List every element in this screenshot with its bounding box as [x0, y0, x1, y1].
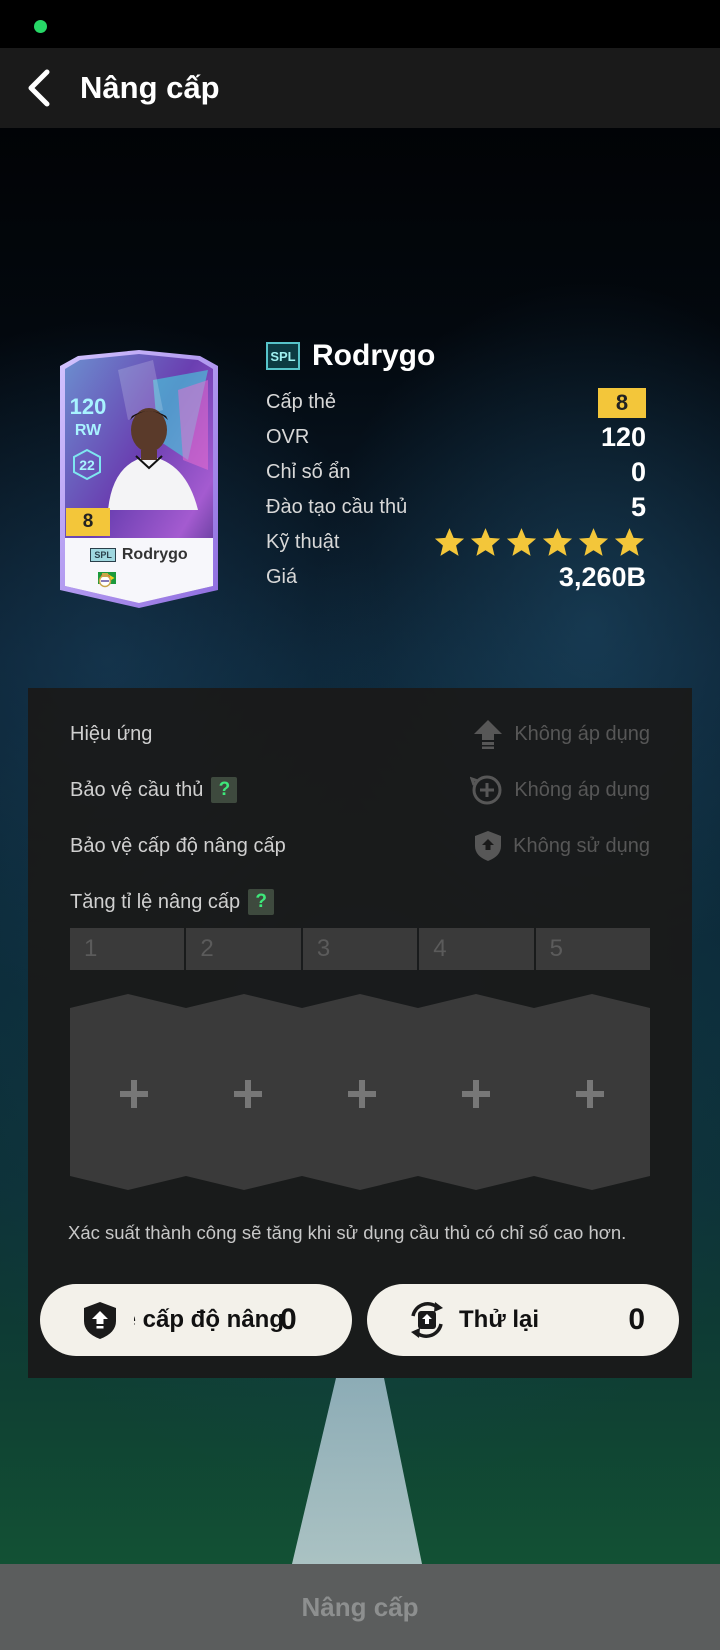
add-material-icon[interactable] [114, 1074, 154, 1114]
price-value: 3,260B [558, 562, 646, 592]
protect-level-row: Bảo vệ cấp độ nâng cấp Không sử dụng [70, 826, 650, 866]
boost-row: Tăng tỉ lệ nâng cấp ? [70, 882, 650, 922]
card-number: 22 [79, 457, 95, 473]
stat-label: Chỉ số ẩn [266, 461, 351, 483]
protect-level-status[interactable]: Không sử dụng [473, 829, 650, 863]
stat-label: Giá [266, 566, 298, 588]
star-icon [542, 528, 573, 556]
player-title: SPL Rodrygo [266, 336, 646, 376]
upgrade-arrow-icon [474, 720, 503, 749]
boost-label: Tăng tỉ lệ nâng cấp ? [70, 889, 275, 915]
protect-level-status-text: Không sử dụng [513, 834, 650, 857]
card-ovr: 120 [69, 394, 107, 419]
protect-level-button[interactable]: Bảo vệ cấp độ nâng 0 [40, 1284, 352, 1356]
protect-player-label: Bảo vệ cầu thủ ? [70, 777, 238, 803]
stat-row-hidden: Chỉ số ẩn 0 [266, 455, 646, 490]
star-icon [434, 528, 465, 556]
boost-step[interactable]: 2 [186, 928, 301, 970]
add-material-icon[interactable] [228, 1074, 268, 1114]
stat-row-ovr: OVR 120 [266, 420, 646, 455]
boost-text: Tăng tỉ lệ nâng cấp [70, 890, 241, 913]
status-bar [0, 0, 720, 48]
stat-row-skill: Kỹ thuật [266, 525, 646, 560]
card-badges [98, 572, 180, 590]
boost-step[interactable]: 4 [419, 928, 534, 970]
star-icon [578, 528, 609, 556]
protect-player-row: Bảo vệ cầu thủ ? Không áp dụng [70, 770, 650, 810]
stat-row-price: Giá 3,260B [266, 560, 646, 595]
player-card[interactable]: 120 RW 22 8 SPL Rodrygo [58, 350, 220, 608]
retry-button-label: Thử lại [459, 1306, 540, 1333]
success-rate-note: Xác suất thành công sẽ tăng khi sử dụng … [68, 1222, 627, 1243]
star-icon [470, 528, 501, 556]
season-badge: SPL [266, 342, 300, 370]
stat-value: 5 [630, 492, 646, 522]
chevron-left-icon [28, 69, 50, 107]
club-crest-icon [98, 573, 112, 588]
stat-label: OVR [266, 426, 310, 448]
protect-player-status[interactable]: Không áp dụng [470, 773, 650, 807]
effect-label: Hiệu ứng [70, 722, 153, 745]
retry-button[interactable]: Thử lại 0 [367, 1284, 679, 1356]
add-material-icon[interactable] [342, 1074, 382, 1114]
stat-label: Cấp thẻ [266, 391, 337, 413]
shield-upgrade-icon [84, 1302, 116, 1339]
skill-stars [433, 526, 646, 559]
player-name: Rodrygo [312, 339, 436, 372]
stat-value: 120 [600, 422, 646, 452]
page-title: Nâng cấp [80, 70, 220, 105]
stat-row-training: Đào tạo cầu thủ 5 [266, 490, 646, 525]
retry-icon [411, 1302, 443, 1338]
star-icon [614, 528, 645, 556]
help-icon[interactable]: ? [211, 777, 238, 803]
help-icon[interactable]: ? [248, 889, 275, 915]
material-slots [70, 994, 650, 1190]
protect-level-count: 0 [280, 1303, 297, 1336]
add-circle-icon [470, 775, 502, 805]
retry-count: 0 [628, 1303, 645, 1336]
stat-label: Kỹ thuật [266, 531, 340, 553]
top-bar: Nâng cấp [0, 48, 720, 128]
protect-level-button-label: Bảo vệ cấp độ nâng [134, 1306, 284, 1333]
boost-step[interactable]: 1 [70, 928, 185, 970]
season-badge: SPL [90, 548, 116, 562]
stat-value: 0 [630, 457, 646, 487]
back-button[interactable] [0, 48, 80, 128]
stat-label: Đào tạo cầu thủ [266, 496, 408, 518]
protect-player-status-text: Không áp dụng [514, 778, 650, 801]
card-nameplate: SPL Rodrygo [62, 538, 216, 572]
boost-step[interactable]: 3 [302, 928, 418, 970]
protect-player-text: Bảo vệ cầu thủ [70, 778, 204, 801]
card-player-name: Rodrygo [121, 546, 188, 563]
upgrade-panel: Hiệu ứng Không áp dụng Bảo vệ cầu thủ ? … [28, 688, 692, 1378]
pitch-background [292, 1378, 422, 1564]
effect-status[interactable]: Không áp dụng [472, 718, 650, 750]
stat-row-grade: Cấp thẻ 8 [266, 385, 646, 420]
boost-step[interactable]: 5 [535, 928, 651, 970]
shield-icon [475, 831, 502, 861]
upgrade-button[interactable]: Nâng cấp [0, 1564, 720, 1650]
effect-status-text: Không áp dụng [514, 722, 650, 745]
card-position: RW [74, 422, 102, 439]
grade-badge: 8 [598, 387, 646, 418]
card-grade-badge: 8 [66, 508, 110, 536]
star-icon [506, 528, 537, 556]
boost-steps: 1 2 3 4 5 [70, 928, 651, 970]
status-indicator [34, 20, 47, 33]
effect-row: Hiệu ứng Không áp dụng [70, 714, 650, 754]
add-material-icon[interactable] [456, 1074, 496, 1114]
player-info: SPL Rodrygo Cấp thẻ 8 OVR 120 Chỉ số ẩn … [266, 336, 646, 595]
protect-level-label: Bảo vệ cấp độ nâng cấp [70, 834, 286, 857]
add-material-icon[interactable] [570, 1074, 610, 1114]
